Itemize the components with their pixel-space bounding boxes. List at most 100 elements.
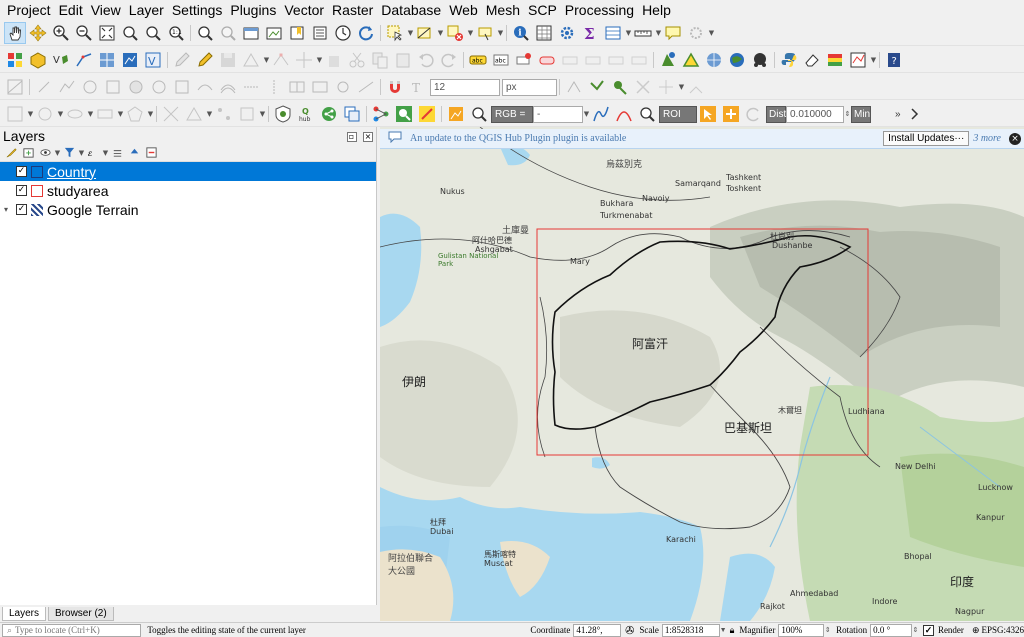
layer-row-country[interactable]: ✓ Country (0, 162, 376, 181)
data-source-manager-icon[interactable] (4, 49, 26, 71)
magnifier-spinner[interactable]: ⇕ (824, 619, 831, 637)
measure-line-icon[interactable] (632, 22, 654, 44)
change-label-icon[interactable] (628, 49, 650, 71)
ellipse-tool-icon[interactable] (64, 103, 86, 125)
rectangle-tool-icon[interactable] (94, 103, 116, 125)
cut-features-icon[interactable] (346, 49, 368, 71)
layer-visibility-checkbox-country[interactable]: ✓ (16, 166, 27, 177)
redo-icon[interactable] (438, 49, 460, 71)
new-spatial-bookmark-icon[interactable] (286, 22, 308, 44)
add-wms-icon[interactable] (119, 49, 141, 71)
qgis-badge-icon[interactable] (272, 103, 294, 125)
mesh-edit-icon[interactable] (183, 103, 205, 125)
georeferencer-icon[interactable] (657, 49, 679, 71)
expand-all-icon[interactable] (109, 145, 125, 161)
show-bookmarks-icon[interactable] (309, 22, 331, 44)
tab-layers[interactable]: Layers (2, 607, 47, 621)
cad-tool-icon[interactable] (685, 76, 707, 98)
band-set-icon[interactable] (847, 49, 869, 71)
add-ring-icon[interactable] (79, 76, 101, 98)
menu-web[interactable]: Web (446, 0, 483, 20)
more-notifications-link[interactable]: 3 more (973, 133, 1001, 144)
temporal-controller-icon[interactable] (332, 22, 354, 44)
scp-zoom-roi-icon[interactable] (636, 103, 658, 125)
layer-row-studyarea[interactable]: ✓ studyarea (0, 181, 376, 200)
paste-features-icon[interactable] (392, 49, 414, 71)
select-location-dropdown[interactable]: ▼ (497, 22, 504, 44)
zoom-layer-icon[interactable] (119, 22, 141, 44)
panel-close-icon[interactable]: × (363, 132, 373, 142)
offset-curve-icon[interactable] (217, 76, 239, 98)
scp-zoom-image-icon[interactable] (468, 103, 490, 125)
collapse-all-icon[interactable] (126, 145, 142, 161)
move-dropdown[interactable]: ▼ (316, 49, 323, 71)
globe-gear-icon[interactable] (703, 49, 725, 71)
rotation-spinner[interactable]: ⇕ (912, 619, 919, 637)
add-part-icon[interactable] (102, 76, 124, 98)
map-tips-icon[interactable] (662, 22, 684, 44)
new-shapefile-icon[interactable]: V (50, 49, 72, 71)
toolbar-overflow-chevron[interactable]: » (893, 109, 903, 120)
share-icon[interactable] (318, 103, 340, 125)
open-table-icon[interactable] (602, 22, 624, 44)
label-abc-icon[interactable]: abc (467, 49, 489, 71)
shape-digitize-icon[interactable] (609, 76, 631, 98)
scp-workflow-icon[interactable] (370, 103, 392, 125)
menu-database[interactable]: Database (378, 0, 446, 20)
reshape-icon[interactable] (194, 76, 216, 98)
digitize-line-icon[interactable] (73, 49, 95, 71)
globe-icon[interactable] (726, 49, 748, 71)
font-size-icon[interactable]: T (407, 76, 429, 98)
zoom-last-icon[interactable] (194, 22, 216, 44)
copy-layers-icon[interactable] (341, 103, 363, 125)
scp-chevron-right-icon[interactable] (903, 103, 925, 125)
zoom-selection-icon[interactable] (142, 22, 164, 44)
dist-field[interactable]: 0.010000 (786, 105, 844, 123)
dist-spinner[interactable]: ⇕ (844, 103, 851, 125)
menu-help[interactable]: Help (639, 0, 676, 20)
split-features-icon[interactable] (240, 76, 262, 98)
adv-digitize-icon[interactable] (4, 76, 26, 98)
add-group-icon[interactable] (20, 145, 36, 161)
simplify-icon[interactable] (56, 76, 78, 98)
show-hide-labels-icon[interactable] (559, 49, 581, 71)
measure-dropdown[interactable]: ▼ (655, 22, 662, 44)
polygon-tool-icon[interactable] (124, 103, 146, 125)
select-by-value-icon[interactable] (414, 22, 436, 44)
menu-plugins[interactable]: Plugins (227, 0, 281, 20)
filter-legend-icon[interactable] (61, 145, 77, 161)
move-feature-icon[interactable] (293, 49, 315, 71)
locator-input[interactable] (15, 625, 136, 635)
split-parts-icon[interactable] (263, 76, 285, 98)
mesh-vertex-icon[interactable] (213, 103, 235, 125)
menu-processing[interactable]: Processing (562, 0, 639, 20)
map-canvas[interactable]: 烏茲別克 Samarqand Tashkent Toshkent Navoiy … (380, 127, 1024, 621)
scp-stretch-icon[interactable] (590, 103, 612, 125)
close-notification-icon[interactable]: × (1009, 132, 1021, 145)
rgb-composite-icon[interactable] (824, 49, 846, 71)
select-by-value-dropdown[interactable]: ▼ (437, 22, 444, 44)
scp-redo-icon[interactable] (743, 103, 765, 125)
add-vector-icon[interactable]: V (142, 49, 164, 71)
expression-dropdown[interactable]: ▼ (102, 142, 109, 164)
scale-field[interactable]: 1:8528318 (661, 623, 720, 637)
locator-search[interactable]: ⌕ (2, 623, 142, 637)
render-checkbox[interactable]: ✓ (922, 624, 934, 636)
magnifier-field[interactable]: 100% (778, 623, 825, 637)
menu-mesh[interactable]: Mesh (483, 0, 525, 20)
mesh-dropdown[interactable]: ▼ (206, 103, 213, 125)
deselect-dropdown[interactable]: ▼ (467, 22, 474, 44)
coordinate-field[interactable]: 41.28°, 82.44° (573, 623, 622, 637)
attribute-table-icon[interactable] (533, 22, 555, 44)
cross-tool-icon[interactable] (632, 76, 654, 98)
tab-browser[interactable]: Browser (2) (48, 607, 114, 621)
mesh-face-dropdown[interactable]: ▼ (259, 103, 266, 125)
manage-map-themes-eye-icon[interactable] (37, 145, 53, 161)
menu-scp[interactable]: SCP (525, 0, 562, 20)
new-3d-map-icon[interactable] (263, 22, 285, 44)
circle-dropdown[interactable]: ▼ (57, 103, 64, 125)
panel-float-icon[interactable]: ▫ (346, 132, 357, 142)
deselect-features-icon[interactable] (444, 22, 466, 44)
annotation-dropdown[interactable]: ▼ (708, 22, 715, 44)
filter-dropdown[interactable]: ▼ (78, 142, 85, 164)
